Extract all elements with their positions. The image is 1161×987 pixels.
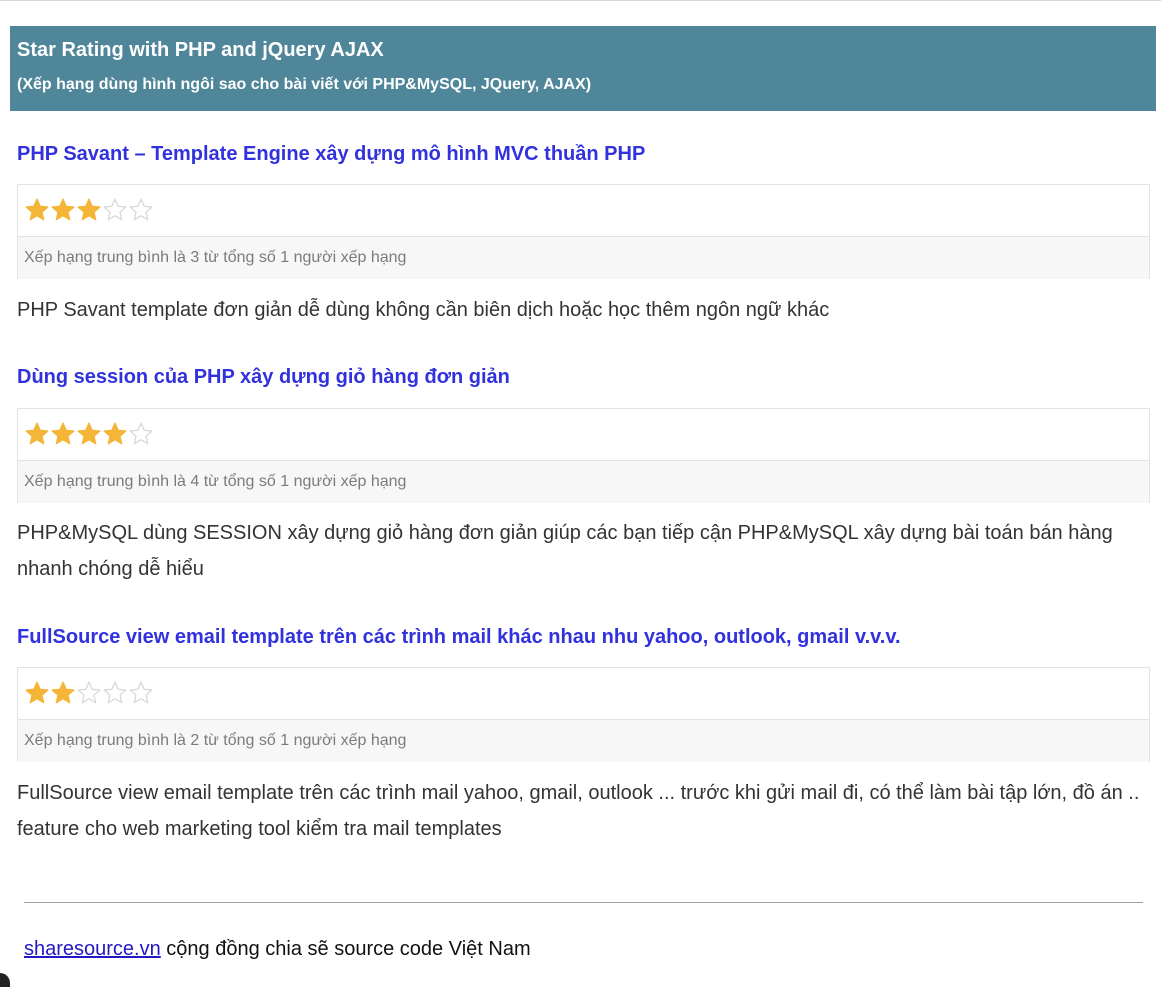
- article-item: PHP Savant – Template Engine xây dựng mô…: [17, 142, 1150, 321]
- star-filled-icon[interactable]: [24, 680, 50, 706]
- star-empty-icon[interactable]: [128, 680, 154, 706]
- star-filled-icon[interactable]: [50, 421, 76, 447]
- star-filled-icon[interactable]: [24, 421, 50, 447]
- article-description: FullSource view email template trên các …: [17, 782, 1140, 840]
- star-empty-icon[interactable]: [102, 680, 128, 706]
- rating-box: Xếp hạng trung bình là 4 từ tổng số 1 ng…: [17, 408, 1150, 503]
- rating-summary: Xếp hạng trung bình là 4 từ tổng số 1 ng…: [18, 460, 1149, 503]
- footer-divider: [24, 902, 1143, 903]
- star-empty-icon[interactable]: [128, 421, 154, 447]
- article-description: PHP&MySQL dùng SESSION xây dựng giỏ hàng…: [17, 522, 1113, 580]
- star-rating[interactable]: [24, 421, 154, 447]
- rating-box: Xếp hạng trung bình là 2 từ tổng số 1 ng…: [17, 667, 1150, 762]
- star-empty-icon[interactable]: [102, 197, 128, 223]
- rating-summary: Xếp hạng trung bình là 3 từ tổng số 1 ng…: [18, 236, 1149, 279]
- star-rating[interactable]: [24, 197, 154, 223]
- rating-summary-text: Xếp hạng trung bình là 3 từ tổng số 1 ng…: [24, 249, 407, 266]
- article-item: FullSource view email template trên các …: [17, 625, 1150, 840]
- page-header: Star Rating with PHP and jQuery AJAX (Xế…: [10, 26, 1156, 111]
- rating-summary-text: Xếp hạng trung bình là 4 từ tổng số 1 ng…: [24, 473, 407, 490]
- article-description: PHP Savant template đơn giản dễ dùng khô…: [17, 299, 830, 321]
- star-filled-icon[interactable]: [102, 421, 128, 447]
- star-empty-icon[interactable]: [76, 680, 102, 706]
- star-filled-icon[interactable]: [24, 197, 50, 223]
- page-subtitle: (Xếp hạng dùng hình ngôi sao cho bài viế…: [17, 76, 592, 93]
- rating-box: Xếp hạng trung bình là 3 từ tổng số 1 ng…: [17, 184, 1150, 279]
- footer-text: cộng đồng chia sẽ source code Việt Nam: [160, 938, 531, 960]
- rating-summary-text: Xếp hạng trung bình là 2 từ tổng số 1 ng…: [24, 732, 407, 749]
- star-rating[interactable]: [24, 680, 154, 706]
- star-filled-icon[interactable]: [76, 421, 102, 447]
- sharesource-link[interactable]: sharesource.vn: [24, 938, 161, 960]
- article-title-link[interactable]: PHP Savant – Template Engine xây dựng mô…: [17, 142, 1150, 166]
- window-corner: [0, 973, 10, 987]
- article-item: Dùng session của PHP xây dựng giỏ hàng đ…: [17, 365, 1150, 580]
- rating-summary: Xếp hạng trung bình là 2 từ tổng số 1 ng…: [18, 719, 1149, 762]
- top-divider: [0, 0, 1161, 1]
- page-title: Star Rating with PHP and jQuery AJAX: [17, 39, 384, 61]
- article-title-link[interactable]: FullSource view email template trên các …: [17, 625, 1150, 649]
- star-filled-icon[interactable]: [76, 197, 102, 223]
- star-empty-icon[interactable]: [128, 197, 154, 223]
- star-filled-icon[interactable]: [50, 197, 76, 223]
- site-footer: sharesource.vn cộng đồng chia sẽ source …: [24, 938, 531, 961]
- article-title-link[interactable]: Dùng session của PHP xây dựng giỏ hàng đ…: [17, 365, 1150, 389]
- star-filled-icon[interactable]: [50, 680, 76, 706]
